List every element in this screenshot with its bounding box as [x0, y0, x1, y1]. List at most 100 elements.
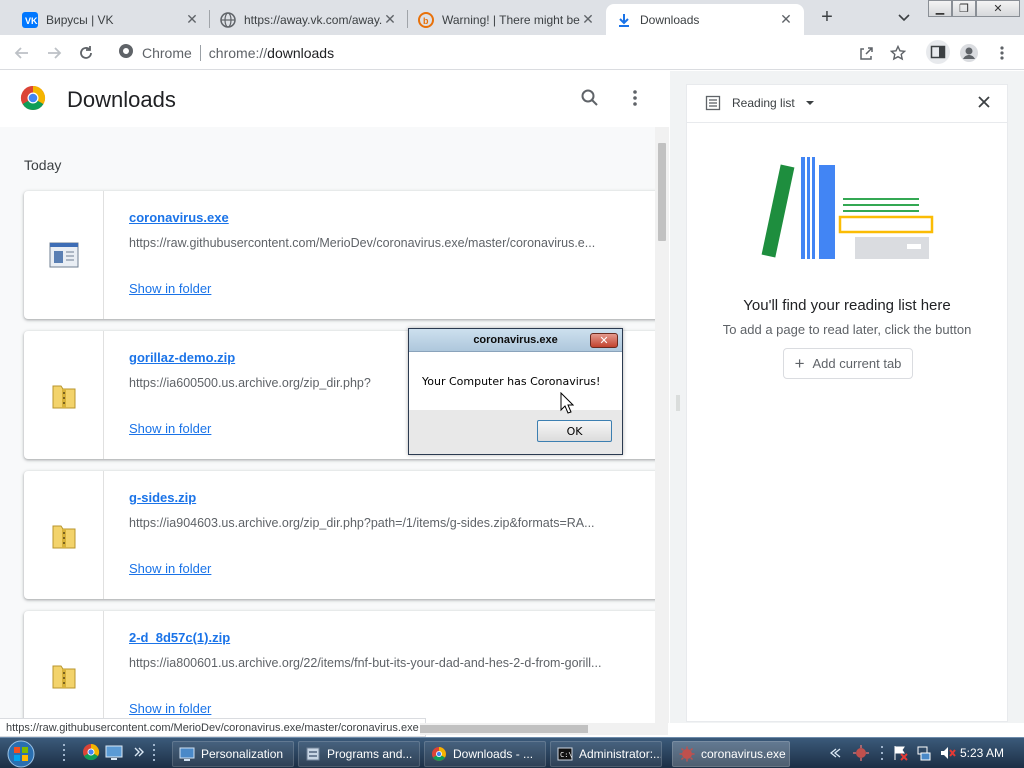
- restore-button[interactable]: ❐: [952, 0, 976, 17]
- taskbar-clock[interactable]: 5:23 AM: [960, 746, 1004, 760]
- side-panel-resize-handle[interactable]: [676, 395, 680, 411]
- share-icon[interactable]: [855, 42, 877, 64]
- minimize-button[interactable]: ▁: [928, 0, 952, 17]
- taskbar-task-cmd[interactable]: C:\ Administrator:...: [550, 741, 662, 767]
- globe-icon: [220, 11, 236, 28]
- tab-away-vk[interactable]: https://away.vk.com/away.p ✕: [210, 4, 408, 35]
- tab-close-icon[interactable]: ✕: [382, 11, 398, 28]
- download-filename[interactable]: gorillaz-demo.zip: [129, 350, 235, 365]
- download-item: coronavirus.exe https://raw.githubuserco…: [24, 191, 664, 319]
- empty-state-title: You'll find your reading list here: [743, 297, 951, 314]
- reload-icon[interactable]: [75, 42, 97, 64]
- download-url[interactable]: https://ia904603.us.archive.org/zip_dir.…: [129, 516, 629, 530]
- scrollbar-thumb[interactable]: [420, 725, 588, 733]
- download-url[interactable]: https://ia800601.us.archive.org/22/items…: [129, 656, 629, 670]
- exe-file-icon: [24, 191, 104, 319]
- tab-vk[interactable]: VK Вирусы | VK ✕: [12, 4, 210, 35]
- dropdown-arrow-icon[interactable]: [804, 95, 818, 111]
- scrollbar-thumb[interactable]: [658, 143, 666, 241]
- site-label: Chrome: [142, 44, 192, 61]
- add-current-tab-button[interactable]: + Add current tab: [783, 348, 913, 379]
- chrome-icon: [431, 746, 447, 762]
- chrome-menu-icon[interactable]: [991, 42, 1013, 64]
- show-in-folder-link[interactable]: Show in folder: [129, 421, 211, 436]
- download-item: 2-d_8d57c(1).zip https://ia800601.us.arc…: [24, 611, 664, 723]
- window-close-button[interactable]: ✕: [976, 0, 1020, 17]
- taskbar-task-coronavirus[interactable]: coronavirus.exe: [672, 741, 790, 767]
- horizontal-scrollbar[interactable]: [420, 723, 668, 735]
- dialog-body: Your Computer has Coronavirus!: [409, 352, 622, 410]
- system-tray: [829, 741, 956, 767]
- empty-state-subtitle: To add a page to read later, click the b…: [722, 322, 972, 337]
- side-panel-header: Reading list: [687, 85, 1007, 123]
- desktop-quicklaunch-icon[interactable]: [105, 743, 123, 761]
- taskbar-task-label: coronavirus.exe: [701, 747, 786, 761]
- tab-title: Downloads: [640, 12, 700, 27]
- grip-icon: [62, 743, 80, 761]
- alert-dialog: coronavirus.exe ✕ Your Computer has Coro…: [408, 328, 623, 455]
- close-icon[interactable]: [977, 95, 993, 111]
- tray-app-icon[interactable]: [852, 744, 870, 765]
- side-panel-icon[interactable]: [926, 40, 950, 64]
- more-options-icon[interactable]: [625, 88, 645, 110]
- warning-site-icon: b: [418, 11, 434, 28]
- grip-icon: [152, 743, 170, 761]
- tab-downloads[interactable]: Downloads ✕: [606, 4, 804, 35]
- dialog-message: Your Computer has Coronavirus!: [422, 375, 601, 388]
- address-bar[interactable]: Chrome chrome://downloads: [110, 39, 922, 66]
- download-item: g-sides.zip https://ia904603.us.archive.…: [24, 471, 664, 599]
- tab-search-chevron-icon[interactable]: [894, 8, 914, 28]
- tab-strip: VK Вирусы | VK ✕ https://away.vk.com/awa…: [0, 0, 1024, 35]
- download-url[interactable]: https://raw.githubusercontent.com/MerioD…: [129, 236, 629, 250]
- tab-close-icon[interactable]: ✕: [184, 11, 200, 28]
- omnibox-url: chrome://downloads: [208, 44, 335, 61]
- omnibox-divider: [199, 44, 201, 61]
- taskbar-task-programs[interactable]: Programs and...: [298, 741, 420, 767]
- tab-close-icon[interactable]: ✕: [778, 11, 794, 28]
- add-current-tab-label: Add current tab: [812, 356, 902, 371]
- download-filename[interactable]: g-sides.zip: [129, 490, 196, 505]
- show-in-folder-link[interactable]: Show in folder: [129, 281, 211, 296]
- back-arrow-icon[interactable]: [11, 42, 33, 64]
- ok-button[interactable]: OK: [537, 420, 612, 442]
- side-panel: Reading list You'll find your reading li…: [670, 71, 1024, 723]
- start-button[interactable]: [6, 739, 46, 768]
- show-in-folder-link[interactable]: Show in folder: [129, 701, 211, 716]
- status-bubble: https://raw.githubusercontent.com/MerioD…: [0, 718, 426, 737]
- network-icon[interactable]: [916, 745, 932, 764]
- action-center-flag-icon[interactable]: [892, 745, 908, 764]
- volume-muted-icon[interactable]: [940, 745, 956, 764]
- svg-text:VK: VK: [25, 16, 38, 26]
- chrome-quicklaunch-icon[interactable]: [82, 743, 100, 761]
- taskbar-task-chrome[interactable]: Downloads - ...: [424, 741, 546, 767]
- tray-expand-icon[interactable]: [829, 746, 842, 763]
- tab-title: Вирусы | VK: [46, 12, 114, 27]
- chevron-more-icon[interactable]: [133, 743, 151, 761]
- taskbar: Personalization Programs and... Download…: [0, 737, 1024, 768]
- coronavirus-app-icon: [679, 746, 695, 762]
- downloads-header: Downloads: [0, 71, 669, 127]
- reading-list-icon: [705, 95, 721, 111]
- side-panel-title[interactable]: Reading list: [732, 96, 795, 110]
- page-title: Downloads: [67, 87, 176, 112]
- tab-title: Warning! | There might be a: [442, 12, 580, 27]
- svg-text:b: b: [423, 16, 429, 26]
- tab-close-icon[interactable]: ✕: [580, 11, 596, 28]
- forward-arrow-icon[interactable]: [43, 42, 65, 64]
- search-icon[interactable]: [580, 88, 602, 110]
- page-scrollbar[interactable]: [655, 127, 669, 723]
- plus-icon: +: [794, 353, 805, 373]
- taskbar-task-personalization[interactable]: Personalization: [172, 741, 294, 767]
- taskbar-task-label: Programs and...: [327, 747, 413, 761]
- tab-warning[interactable]: b Warning! | There might be a ✕: [408, 4, 606, 35]
- new-tab-button[interactable]: +: [816, 6, 838, 28]
- bookmark-star-icon[interactable]: [887, 42, 909, 64]
- dialog-close-button[interactable]: ✕: [590, 333, 618, 348]
- download-filename[interactable]: coronavirus.exe: [129, 210, 229, 225]
- profile-avatar-icon[interactable]: [958, 42, 980, 64]
- zip-folder-icon: [24, 471, 104, 599]
- dialog-titlebar[interactable]: coronavirus.exe ✕: [409, 329, 622, 352]
- browser-toolbar: Chrome chrome://downloads: [0, 35, 1024, 70]
- show-in-folder-link[interactable]: Show in folder: [129, 561, 211, 576]
- download-filename[interactable]: 2-d_8d57c(1).zip: [129, 630, 230, 645]
